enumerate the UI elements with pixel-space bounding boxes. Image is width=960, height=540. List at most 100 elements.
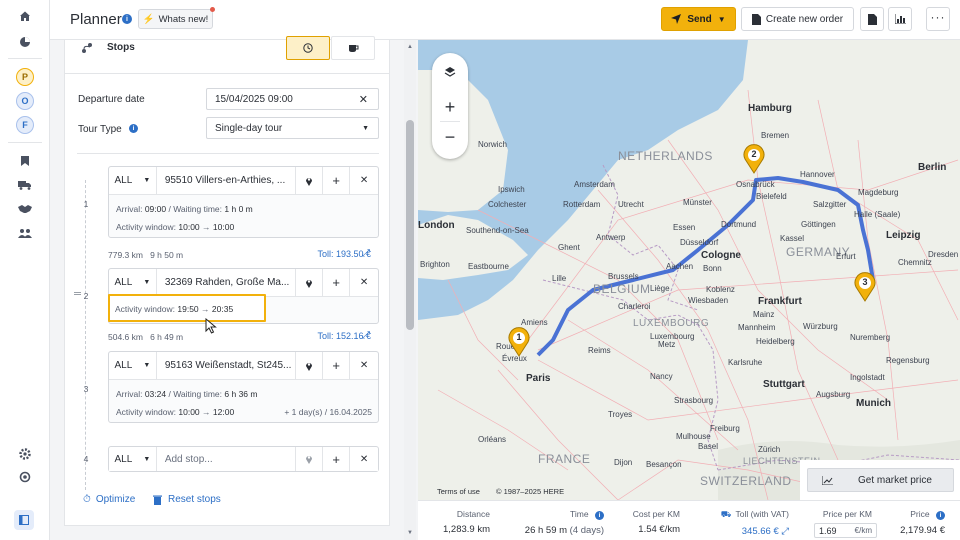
distance-stat: Distance 1,283.9 km bbox=[443, 509, 490, 535]
add-icon[interactable]: + bbox=[323, 268, 351, 297]
stop-filter-select[interactable]: ALL ▼ bbox=[109, 166, 157, 195]
chevron-down-icon: ▼ bbox=[143, 455, 151, 463]
scrollbar-thumb[interactable] bbox=[406, 120, 414, 330]
layers-icon[interactable] bbox=[432, 59, 468, 85]
send-label: Send bbox=[687, 13, 712, 25]
handshake-icon[interactable] bbox=[15, 199, 35, 219]
chart-button[interactable] bbox=[888, 7, 912, 31]
window-to: 10:00 bbox=[212, 222, 235, 232]
chevron-down-icon: ▼ bbox=[143, 279, 151, 286]
toll-label: Toll (with VAT) bbox=[735, 509, 789, 519]
expand-icon[interactable]: ⤢ bbox=[362, 248, 370, 259]
toll-icon: ⛟ bbox=[720, 509, 732, 519]
settings-icon[interactable] bbox=[15, 444, 35, 464]
remove-icon[interactable]: ✕ bbox=[350, 352, 378, 380]
truck-icon[interactable] bbox=[15, 175, 35, 195]
zoom-in-button[interactable]: + bbox=[432, 93, 468, 121]
stop-filter-select[interactable]: ALL ▼ bbox=[109, 447, 157, 471]
waiting-label: / Waiting time: bbox=[168, 389, 223, 399]
add-icon[interactable]: + bbox=[323, 166, 351, 195]
add-stop-input[interactable]: Add stop... bbox=[157, 447, 297, 471]
rail-item-p[interactable]: P bbox=[16, 68, 34, 86]
create-order-button[interactable]: Create new order bbox=[741, 7, 854, 31]
price-per-km-stat: Price per KM bbox=[823, 509, 872, 519]
send-button[interactable]: Send ▼ bbox=[661, 7, 736, 31]
departure-date-field[interactable]: 15/04/2025 09:00 ✕ bbox=[206, 88, 379, 110]
tour-type-label: Tour Type bbox=[78, 124, 122, 135]
city-label: Ghent bbox=[558, 243, 580, 252]
arrow-right-icon: → bbox=[201, 304, 210, 314]
remove-icon[interactable]: ✕ bbox=[350, 167, 378, 195]
time-value: 26 h 59 m bbox=[524, 525, 568, 536]
expand-icon[interactable]: ⤢ bbox=[362, 330, 370, 341]
dashboard-icon[interactable] bbox=[15, 32, 35, 52]
toll-value[interactable]: 345.66 € bbox=[742, 526, 779, 537]
map-view[interactable]: NETHERLANDS BELGIUM GERMANY LUXEMBOURG F… bbox=[418, 40, 960, 500]
rail-item-o[interactable]: O bbox=[16, 92, 34, 110]
route-marker-2[interactable]: 2 bbox=[743, 144, 765, 174]
panel-scrollbar[interactable]: ▲ ▼ bbox=[404, 40, 416, 540]
more-button[interactable]: ··· bbox=[926, 7, 950, 31]
collapse-sidebar-icon[interactable] bbox=[14, 510, 34, 530]
city-label: Paris bbox=[526, 373, 551, 384]
city-label: Brussels bbox=[608, 272, 639, 281]
clock-view-toggle[interactable] bbox=[286, 36, 330, 60]
info-icon[interactable]: i bbox=[595, 511, 604, 520]
stop-address[interactable]: 32369 Rahden, Große Ma... bbox=[157, 268, 297, 297]
stop-address[interactable]: 95163 Weißenstadt, St245... bbox=[157, 351, 297, 380]
waiting-value: 1 h 0 m bbox=[224, 204, 253, 214]
terms-link[interactable]: Terms of use bbox=[437, 487, 480, 496]
city-label: Halle (Saale) bbox=[854, 210, 901, 219]
price-per-km-input[interactable]: 1.69 €/km bbox=[814, 523, 877, 538]
info-icon[interactable]: i bbox=[936, 511, 945, 520]
expand-icon[interactable]: ⤢ bbox=[781, 526, 789, 537]
users-icon[interactable] bbox=[15, 223, 35, 243]
get-market-price-button[interactable]: Get market price bbox=[807, 468, 954, 492]
stop-filter-select[interactable]: ALL ▼ bbox=[109, 268, 157, 297]
city-label: Basel bbox=[698, 442, 719, 451]
info-icon[interactable]: i bbox=[122, 14, 132, 24]
clear-icon[interactable]: ✕ bbox=[359, 93, 368, 106]
window-to: 12:00 bbox=[212, 407, 235, 417]
rail-item-f[interactable]: F bbox=[16, 116, 34, 134]
stops-panel: Stops Departure date 15/04/2025 09:00 ✕ … bbox=[64, 36, 390, 526]
remove-icon[interactable]: ✕ bbox=[350, 269, 378, 297]
city-label: Nuremberg bbox=[850, 333, 891, 342]
home-icon[interactable] bbox=[15, 6, 35, 26]
city-label: Bielefeld bbox=[756, 192, 787, 201]
tour-type-select[interactable]: Single-day tour ▼ bbox=[206, 117, 379, 139]
day-note: + 1 day(s) / 16.04.2025 bbox=[284, 407, 372, 417]
optimize-button[interactable]: ⏱ Optimize bbox=[83, 494, 135, 505]
location-pin-icon[interactable] bbox=[296, 351, 324, 380]
city-label: Troyes bbox=[608, 410, 633, 419]
city-label: Cologne bbox=[701, 250, 741, 261]
city-label: Augsburg bbox=[816, 390, 851, 399]
city-label: Heidelberg bbox=[756, 337, 795, 346]
city-label: Ipswich bbox=[498, 185, 525, 194]
location-pin-icon[interactable] bbox=[296, 447, 324, 471]
whats-new-button[interactable]: ⚡ Whats new! bbox=[138, 9, 213, 29]
reset-stops-button[interactable]: Reset stops bbox=[153, 494, 221, 505]
optimize-label: Optimize bbox=[95, 494, 136, 505]
zoom-out-button[interactable]: − bbox=[432, 123, 468, 151]
pdf-button[interactable] bbox=[860, 7, 884, 31]
route-marker-1[interactable]: 1 bbox=[508, 327, 530, 357]
city-label: Mannheim bbox=[738, 323, 776, 332]
location-pin-icon[interactable] bbox=[296, 166, 324, 195]
activity-window-highlight[interactable]: Activity window: 19:50 → 20:35 bbox=[108, 294, 266, 322]
route-marker-3[interactable]: 3 bbox=[854, 272, 876, 302]
remove-icon[interactable]: ✕ bbox=[350, 447, 378, 471]
scroll-down-icon[interactable]: ▼ bbox=[407, 530, 413, 536]
scroll-up-icon[interactable]: ▲ bbox=[407, 44, 413, 50]
add-icon[interactable]: + bbox=[323, 447, 351, 471]
city-label: Frankfurt bbox=[758, 296, 802, 307]
coffee-view-toggle[interactable] bbox=[331, 36, 375, 60]
city-label: Chemnitz bbox=[898, 258, 932, 267]
support-icon[interactable] bbox=[15, 467, 35, 487]
tour-info-icon[interactable]: i bbox=[129, 124, 138, 133]
location-pin-icon[interactable] bbox=[296, 268, 324, 297]
bookmark-icon[interactable] bbox=[15, 151, 35, 171]
stop-filter-select[interactable]: ALL ▼ bbox=[109, 351, 157, 380]
stop-address[interactable]: 95510 Villers-en-Arthies, ... bbox=[157, 166, 297, 195]
add-icon[interactable]: + bbox=[323, 351, 351, 380]
